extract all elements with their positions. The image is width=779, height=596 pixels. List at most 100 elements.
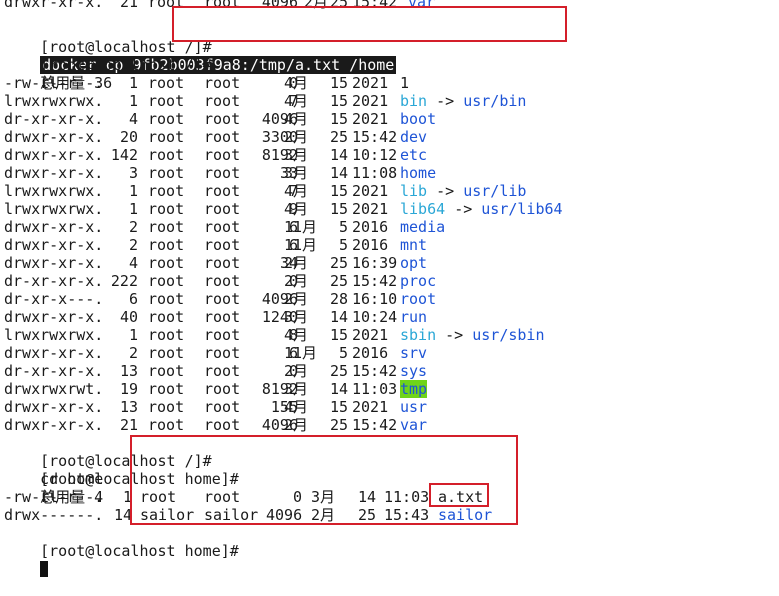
- owner: root: [148, 182, 185, 200]
- filename: var: [408, 0, 436, 11]
- link-target: usr/bin: [463, 92, 527, 110]
- owner: root: [148, 236, 185, 254]
- perm: drwxr-xr-x.: [4, 344, 104, 362]
- day: 14: [329, 164, 348, 182]
- filename: proc: [400, 272, 437, 290]
- time: 2016: [352, 344, 389, 362]
- group: root: [204, 272, 241, 290]
- owner: root: [148, 380, 185, 398]
- group: root: [204, 362, 241, 380]
- owner: root: [148, 92, 185, 110]
- filename: etc: [400, 146, 428, 164]
- day: 5: [338, 236, 348, 254]
- time: 16:10: [352, 290, 398, 308]
- month: 2月: [304, 0, 329, 11]
- group: root: [204, 416, 241, 434]
- filename: sailor: [438, 506, 493, 524]
- time: 16:39: [352, 254, 398, 272]
- owner: root: [148, 272, 185, 290]
- month: 4月: [284, 182, 309, 200]
- owner: root: [140, 488, 177, 506]
- month: 11月: [284, 344, 318, 362]
- link-count: 2: [128, 236, 138, 254]
- owner: root: [148, 344, 185, 362]
- perm: drwxr-xr-x.: [4, 236, 104, 254]
- owner: sailor: [140, 506, 195, 524]
- month: 4月: [284, 326, 309, 344]
- time: 11:03: [384, 488, 430, 506]
- link-target: usr/lib64: [481, 200, 563, 218]
- link-count: 2: [128, 218, 138, 236]
- owner: root: [148, 218, 185, 236]
- time: 2021: [352, 74, 389, 92]
- time: 2016: [352, 236, 389, 254]
- filename: sbin: [400, 326, 437, 344]
- filename: dev: [400, 128, 428, 146]
- filename: opt: [400, 254, 428, 272]
- time: 15:42: [352, 416, 398, 434]
- current-prompt-line[interactable]: [root@localhost home]#: [4, 524, 239, 577]
- group: root: [204, 0, 241, 11]
- month: 3月: [284, 164, 309, 182]
- group: root: [204, 254, 241, 272]
- terminal-cursor: [40, 561, 49, 577]
- day: 14: [329, 146, 348, 164]
- perm: drwxr-xr-x.: [4, 416, 104, 434]
- month: 2月: [284, 362, 309, 380]
- link-target: usr/lib: [463, 182, 527, 200]
- time: 15:43: [384, 506, 430, 524]
- link-count: 6: [128, 290, 138, 308]
- month: 3月: [284, 308, 309, 326]
- perm: dr-xr-x---.: [4, 290, 104, 308]
- filename: run: [400, 308, 428, 326]
- time: 10:24: [352, 308, 398, 326]
- group: sailor: [204, 506, 259, 524]
- perm: drwxr-xr-x.: [4, 308, 104, 326]
- link-count: 1: [128, 74, 138, 92]
- perm: -rw-r--r--.: [4, 74, 104, 92]
- group: root: [204, 344, 241, 362]
- perm: drwxr-xr-x.: [4, 0, 104, 11]
- owner: root: [148, 308, 185, 326]
- time: 2021: [352, 326, 389, 344]
- filename: 1: [400, 74, 410, 92]
- link-target: usr/sbin: [472, 326, 545, 344]
- owner: root: [148, 146, 185, 164]
- filename: home: [400, 164, 437, 182]
- link-count: 40: [119, 308, 138, 326]
- link-count: 1: [128, 200, 138, 218]
- command-line-docker: [root@localhost /]# docker cp 9fb2b003f9…: [4, 20, 397, 74]
- terminal-window[interactable]: drwxr-xr-x. 21 root root 4096 2月 25 15:4…: [0, 0, 779, 577]
- perm: lrwxrwxrwx.: [4, 200, 104, 218]
- group: root: [204, 236, 241, 254]
- link-count: 1: [128, 182, 138, 200]
- day: 15: [329, 326, 348, 344]
- size: 4096: [261, 0, 298, 11]
- link-count: 14: [113, 506, 132, 524]
- filename: usr: [400, 398, 428, 416]
- month: 2月: [284, 254, 309, 272]
- perm: drwxr-xr-x.: [4, 164, 104, 182]
- day: 25: [329, 416, 348, 434]
- owner: root: [148, 416, 185, 434]
- group: root: [204, 398, 241, 416]
- day: 25: [329, 272, 348, 290]
- group: root: [204, 380, 241, 398]
- perm: drwxr-xr-x.: [4, 254, 104, 272]
- perm: -rw-r--r--.: [4, 488, 104, 506]
- command-line-ll-home: [root@localhost home]# ll: [4, 452, 239, 506]
- perm: lrwxrwxrwx.: [4, 326, 104, 344]
- month: 3月: [284, 146, 309, 164]
- time: 10:12: [352, 146, 398, 164]
- size: 0: [292, 488, 302, 506]
- filename: a.txt: [438, 488, 484, 506]
- listing-row-var-partial: drwxr-xr-x. 21 root root 4096 2月 25 15:4…: [4, 0, 435, 11]
- month: 4月: [284, 200, 309, 218]
- day: 15: [329, 182, 348, 200]
- owner: root: [148, 74, 185, 92]
- link-count: 20: [119, 128, 138, 146]
- filename: boot: [400, 110, 437, 128]
- size: 4096: [266, 506, 303, 524]
- perm: dr-xr-xr-x.: [4, 362, 104, 380]
- perm: dr-xr-xr-x.: [4, 110, 104, 128]
